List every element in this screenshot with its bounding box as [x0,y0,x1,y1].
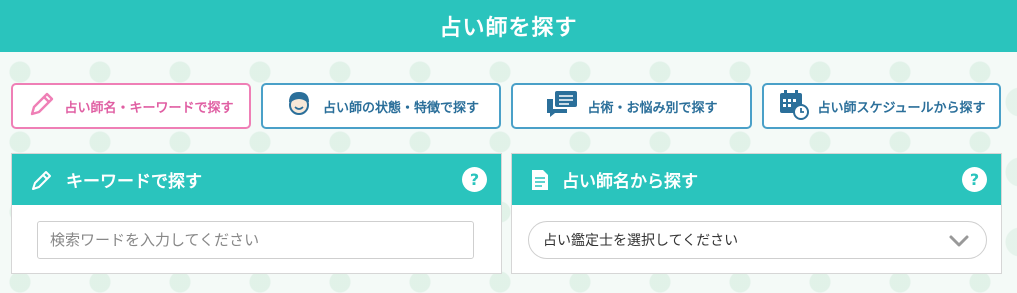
page-title: 占い師を探す [439,16,578,41]
help-icon[interactable]: ? [962,167,987,192]
tab-status-features[interactable]: 占い師の状態・特徴で探す [261,83,501,129]
tab-label: 占い師の状態・特徴で探す [322,100,479,116]
name-panel-header: 占い師名から探す ? [512,154,1001,205]
keyword-panel-header: キーワードで探す ? [12,154,501,205]
tab-divination-worries[interactable]: 占術・お悩み別で探す [511,83,752,129]
keyword-search-input[interactable] [37,221,474,259]
chevron-down-icon [948,231,970,255]
tab-label: 占術・お悩み別で探す [587,100,718,116]
keyword-search-panel: キーワードで探す ? [11,153,502,274]
pencil-icon [30,168,54,192]
keyword-panel-title: キーワードで探す [66,172,202,192]
document-icon [530,168,550,192]
fortune-teller-icon [283,88,315,124]
name-search-panel: 占い師名から探す ? 占い鑑定士を選択してください [511,153,1002,274]
help-icon[interactable]: ? [462,167,487,192]
tab-name-keyword[interactable]: 占い師名・キーワードで探す [11,83,251,129]
fortune-teller-select[interactable]: 占い鑑定士を選択してください [528,221,987,259]
tab-label: 占い師名・キーワードで探す [64,100,234,116]
calendar-clock-icon [777,88,810,124]
select-value: 占い鑑定士を選択してください [543,233,739,249]
tab-schedule[interactable]: 占い師スケジュールから探す [762,83,1001,129]
pencil-icon [28,90,56,122]
chat-bubble-icon [545,89,579,123]
name-panel-title: 占い師名から探す [562,172,698,192]
tab-label: 占い師スケジュールから探す [817,100,986,116]
page-header: 占い師を探す [0,0,1017,52]
